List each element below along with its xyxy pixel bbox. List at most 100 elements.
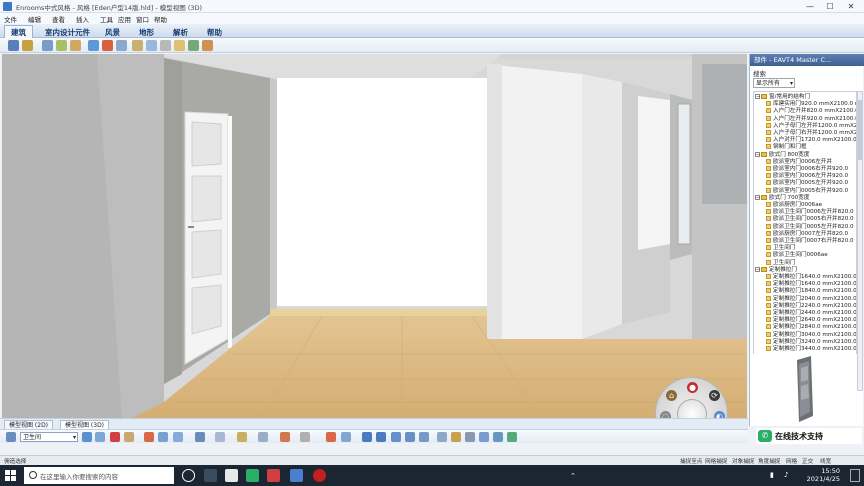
room-select[interactable]: 卫生间 ▾ bbox=[20, 432, 78, 442]
window-tool-icon[interactable] bbox=[88, 40, 99, 51]
cabinet-tool-icon[interactable] bbox=[132, 40, 143, 51]
minimize-button[interactable]: — bbox=[800, 0, 820, 13]
zoom-out-icon[interactable] bbox=[376, 432, 386, 442]
status-lineweight[interactable]: 线宽 bbox=[820, 457, 831, 465]
wechat-app-icon[interactable] bbox=[246, 469, 259, 482]
tree-item[interactable]: 定制推拉门2840.0 mmX2100.0 n bbox=[766, 324, 856, 331]
close-button[interactable]: ✕ bbox=[841, 0, 861, 13]
house-view-icon[interactable] bbox=[173, 432, 183, 442]
status-grid-snap[interactable]: 网格捕捉 bbox=[705, 457, 727, 465]
zoom-box-icon[interactable] bbox=[391, 432, 401, 442]
tree-item[interactable]: 定制推拉门2440.0 mmX2100.0 n bbox=[766, 310, 856, 317]
text-tool-icon[interactable] bbox=[174, 40, 185, 51]
wps-app-icon[interactable] bbox=[267, 469, 280, 482]
filter-select[interactable]: 显示所有 ▾ bbox=[753, 78, 795, 88]
tree-item[interactable]: 欧派卫生间门0005右开并820.0 bbox=[766, 216, 854, 223]
layer-icon[interactable] bbox=[6, 432, 16, 442]
tree-item[interactable]: 欧派室内门0005右开并920.0 bbox=[766, 187, 848, 195]
status-grid[interactable]: 网格 bbox=[786, 457, 797, 465]
windows-start-icon[interactable] bbox=[5, 470, 16, 481]
tree-item[interactable]: 定制推拉门1640.0 mmX2100.0 n bbox=[766, 274, 856, 281]
tree-item[interactable]: 定制推拉门2240.0 mmX2100.0 n bbox=[766, 302, 856, 310]
tree-scrollbar[interactable] bbox=[857, 91, 863, 391]
menu-help[interactable]: 帮助 bbox=[154, 14, 167, 24]
pan-icon[interactable]: ◐ bbox=[714, 411, 725, 418]
menu-tools[interactable]: 工具 bbox=[100, 14, 113, 24]
dimension-tool-icon[interactable] bbox=[160, 40, 171, 51]
floor-tool-icon[interactable] bbox=[146, 40, 157, 51]
tab-terrain[interactable]: 地形 bbox=[132, 25, 161, 38]
room-tool-icon[interactable] bbox=[56, 40, 67, 51]
tree-item[interactable]: 入户门左开并820.0 mmX2100.0 m bbox=[766, 108, 856, 115]
maximize-button[interactable]: ☐ bbox=[820, 0, 840, 13]
scrollbar-thumb[interactable] bbox=[858, 100, 862, 160]
camera-tool-icon[interactable] bbox=[188, 40, 199, 51]
tab-interior[interactable]: 室内设计元件 bbox=[38, 25, 97, 38]
home-icon[interactable] bbox=[326, 432, 336, 442]
menu-insert[interactable]: 插入 bbox=[76, 14, 89, 24]
tree-folder[interactable]: − 欧式门 800宽度 bbox=[755, 151, 809, 159]
zoom-in-icon[interactable] bbox=[362, 432, 372, 442]
component-tree[interactable]: − 窗/常用的结构门 库建实用门920.0 mmX2100.0 m 入户门左开并820… bbox=[753, 91, 857, 391]
task-view-icon[interactable] bbox=[204, 469, 217, 482]
tree-folder[interactable]: − 窗/常用的结构门 bbox=[755, 94, 810, 101]
tree-folder[interactable]: − 欧式门 700宽度 bbox=[755, 194, 809, 202]
section-icon[interactable] bbox=[195, 432, 205, 442]
brush-tool-icon[interactable] bbox=[22, 40, 33, 51]
pan-view-icon[interactable] bbox=[437, 432, 447, 442]
menu-file[interactable]: 文件 bbox=[4, 14, 17, 24]
play-icon[interactable] bbox=[507, 432, 517, 442]
tree-item[interactable]: 入户子母门右开并1200.0 mmX2 bbox=[766, 130, 856, 137]
tray-arrow-icon[interactable]: ⌃ bbox=[570, 472, 578, 480]
status-snap-point[interactable]: 捕捉至点 bbox=[680, 457, 702, 465]
render-icon[interactable] bbox=[110, 432, 120, 442]
record-icon[interactable] bbox=[493, 432, 503, 442]
light-icon[interactable] bbox=[237, 432, 247, 442]
file-app-icon[interactable] bbox=[225, 469, 238, 482]
save-view-icon[interactable] bbox=[82, 432, 92, 442]
online-support-button[interactable]: ✆ 在线技术支持 bbox=[756, 428, 862, 444]
tree-item[interactable]: 定制推拉门2040.0 mmX2100.0 n bbox=[766, 295, 856, 303]
tree-item[interactable]: 欧派厨房门0007左开并820.0 bbox=[766, 230, 848, 238]
perspective-icon[interactable] bbox=[144, 432, 154, 442]
model-3d-viewport[interactable]: ● ⟳ ◐ ◎ ♞ ◉ ◌ ⌂ bbox=[2, 54, 747, 418]
tree-item[interactable]: 欧派室内门0005左开并920.0 bbox=[766, 180, 848, 187]
tree-item[interactable]: 钢制门和门框 bbox=[766, 144, 807, 151]
material-icon[interactable] bbox=[280, 432, 290, 442]
taskbar-search-box[interactable]: 在这里输入你要搜索的内容 bbox=[24, 467, 174, 484]
tree-item[interactable]: 欧派厨房门0006ae bbox=[766, 202, 822, 209]
look-up-icon[interactable]: ● bbox=[687, 382, 698, 393]
camera-icon[interactable] bbox=[124, 432, 134, 442]
orbit-icon[interactable]: ◌ bbox=[660, 411, 671, 418]
cortana-icon[interactable] bbox=[182, 469, 195, 482]
recorder-app-icon[interactable] bbox=[313, 469, 326, 482]
menu-window[interactable]: 窗口 bbox=[136, 14, 149, 24]
tab-landscape[interactable]: 风景 bbox=[98, 25, 127, 38]
system-clock[interactable]: 15:50 2021/4/25 bbox=[807, 467, 840, 483]
network-icon[interactable]: ▮ bbox=[770, 471, 774, 479]
status-object-snap[interactable]: 对象捕捉 bbox=[732, 457, 754, 465]
roof-tool-icon[interactable] bbox=[116, 40, 127, 51]
tree-item[interactable]: 定制推拉门1840.0 mmX2100.0 n bbox=[766, 288, 856, 295]
tree-item[interactable]: 入户门左开并920.0 mmX2100.0 m bbox=[766, 115, 856, 123]
tree-item[interactable]: 欧派卫生间门0006ae bbox=[766, 252, 828, 259]
menu-edit[interactable]: 编辑 bbox=[28, 14, 41, 24]
wall-tool-icon[interactable] bbox=[42, 40, 53, 51]
tree-item[interactable]: 欧派室内门0006右开并920.0 bbox=[766, 166, 848, 173]
tree-folder[interactable]: − 定制推拉门 bbox=[755, 266, 797, 274]
stair-tool-icon[interactable] bbox=[102, 40, 113, 51]
door-tool-icon[interactable] bbox=[70, 40, 81, 51]
menu-view[interactable]: 查看 bbox=[52, 14, 65, 24]
status-ortho[interactable]: 正交 bbox=[802, 457, 813, 465]
zoom-all-icon[interactable] bbox=[419, 432, 429, 442]
walk-view-icon[interactable] bbox=[451, 432, 461, 442]
collapse-icon[interactable]: − bbox=[755, 266, 760, 272]
home-view-icon[interactable]: ⌂ bbox=[666, 390, 677, 401]
tree-item[interactable]: 入户子母门左开并1200.0 mmX2 bbox=[766, 122, 856, 130]
fit-view-icon[interactable] bbox=[405, 432, 415, 442]
wireframe-icon[interactable] bbox=[258, 432, 268, 442]
tab-analysis[interactable]: 解析 bbox=[166, 25, 195, 38]
collapse-icon[interactable]: − bbox=[755, 151, 760, 157]
navigation-hub[interactable] bbox=[677, 399, 707, 418]
orbit-view-icon[interactable] bbox=[465, 432, 475, 442]
